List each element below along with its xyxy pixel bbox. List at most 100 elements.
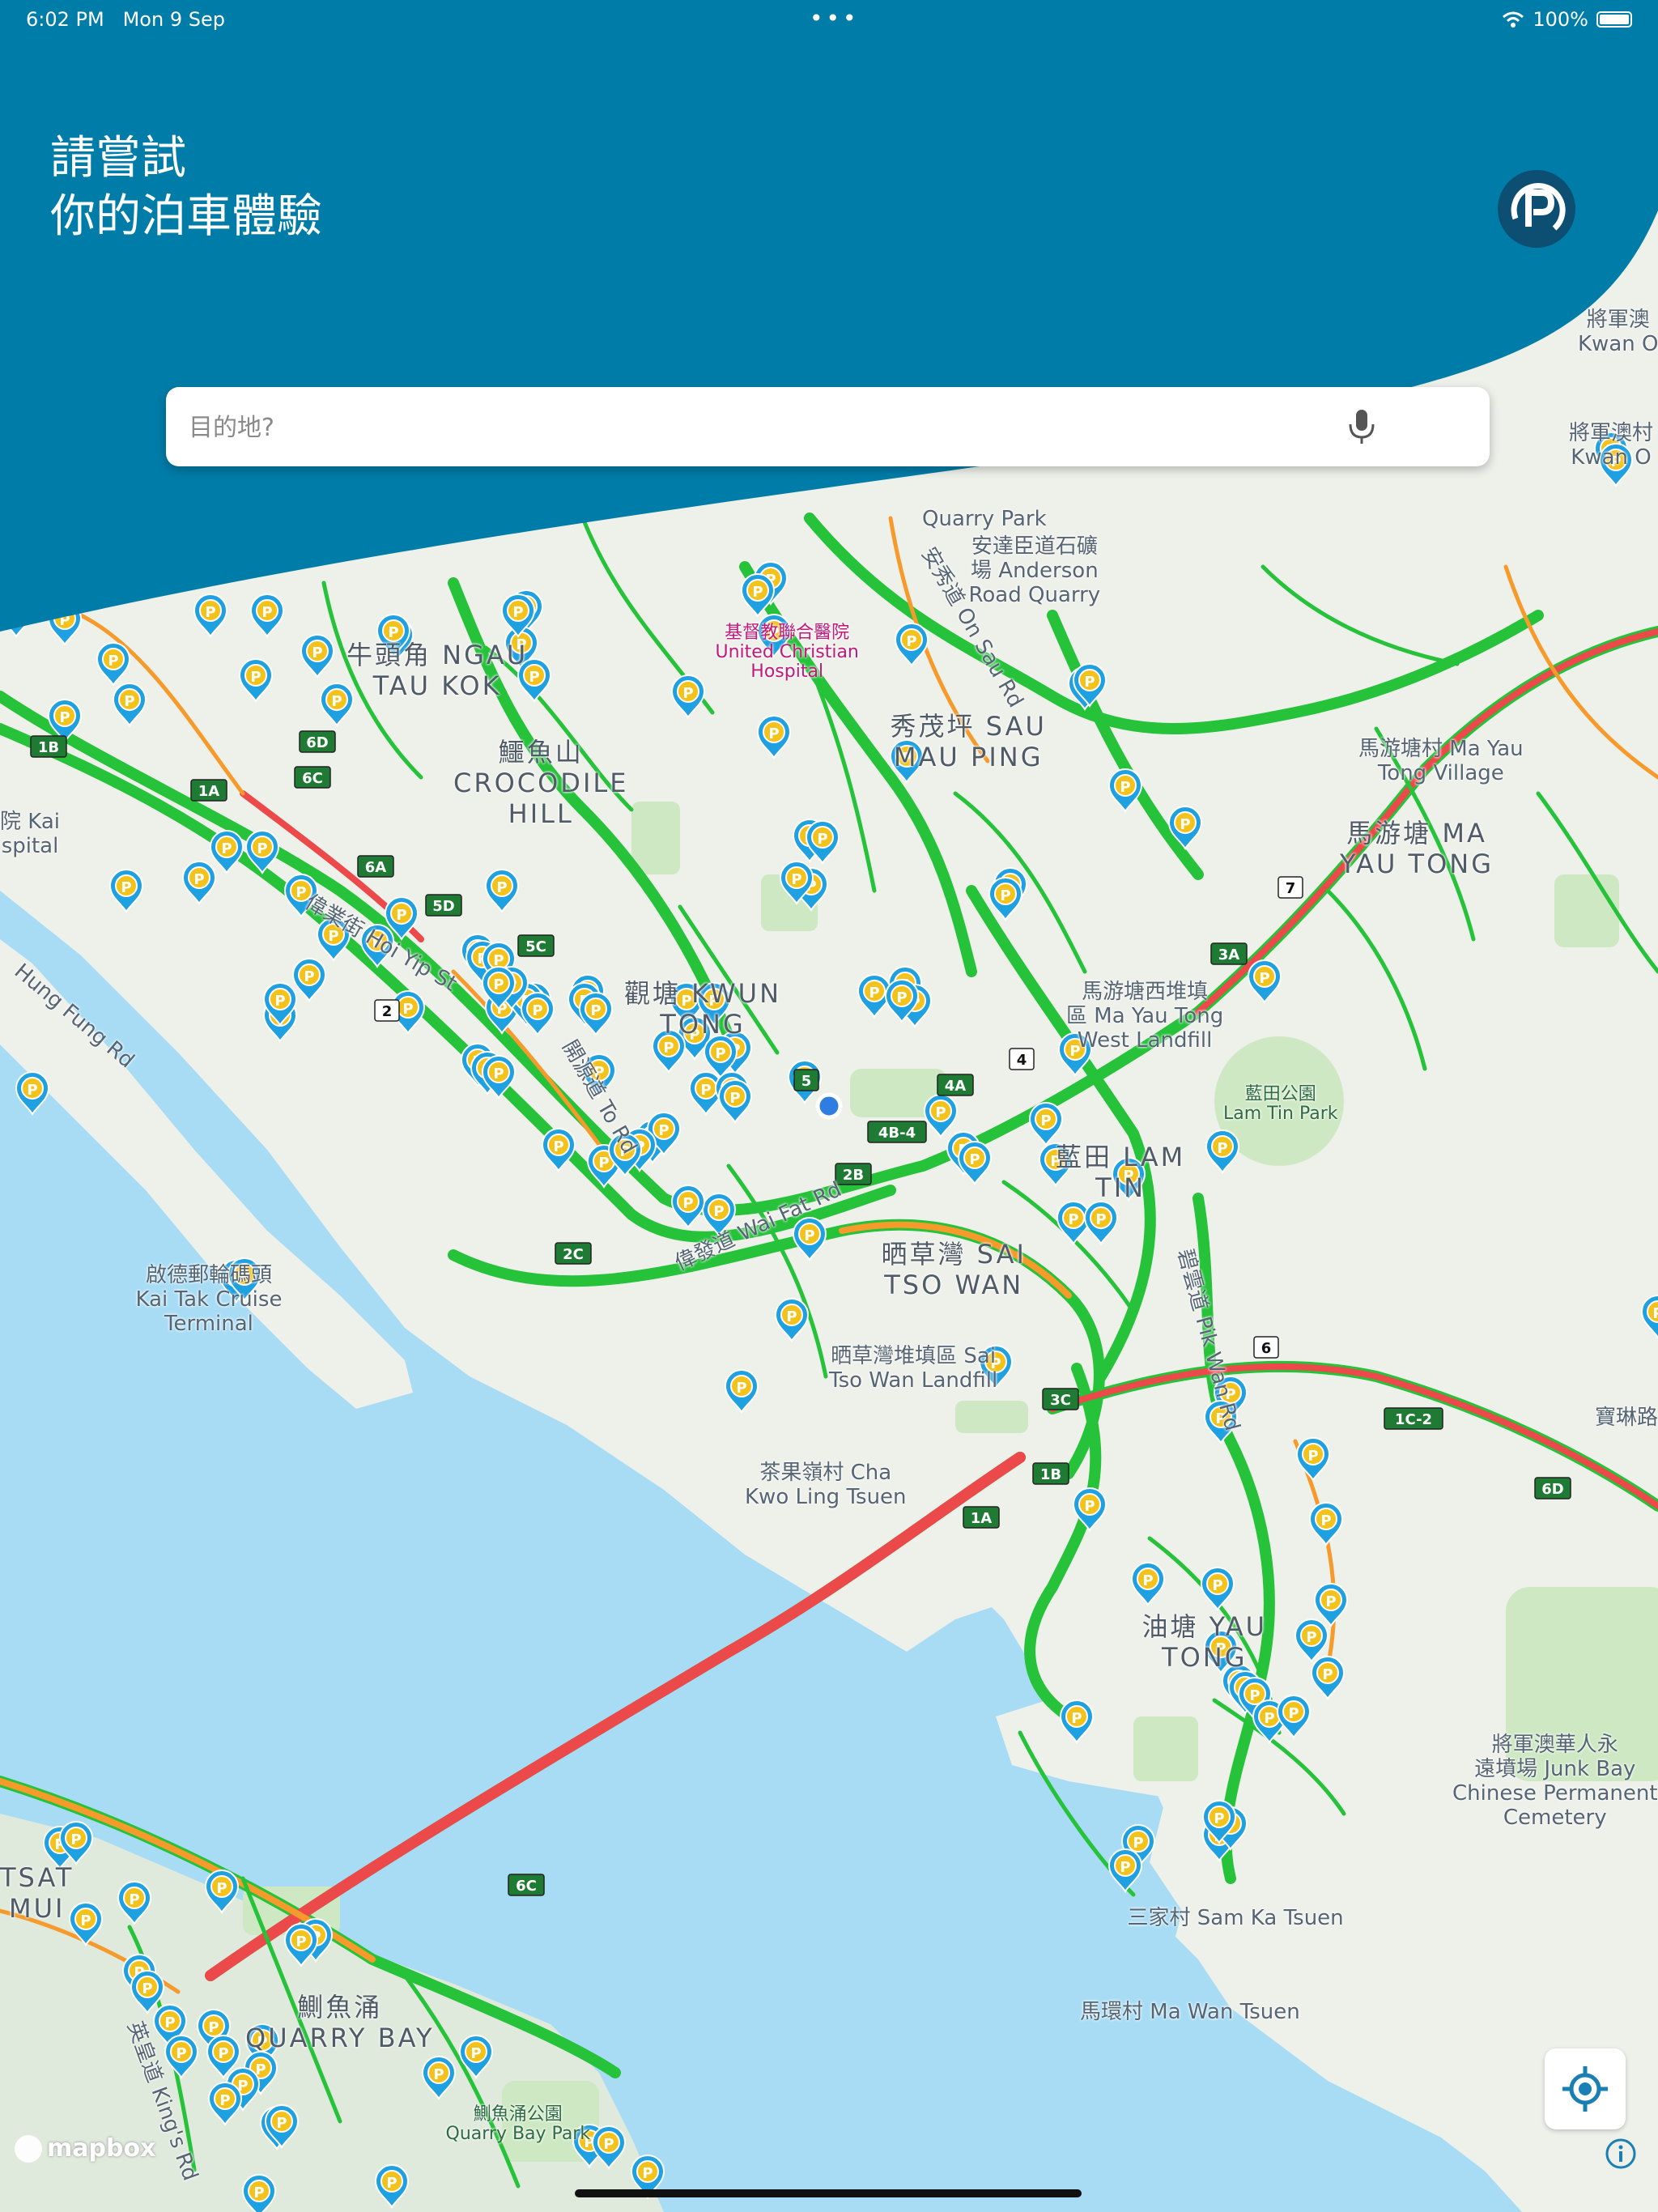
map-label-kai-tak-terminal: 啟德郵輪碼頭 Kai Tak Cruise Terminal [135, 1263, 283, 1336]
map-label-tseung-kwan-o-1: 將軍澳 Kwan O [1578, 308, 1658, 356]
svg-text:P: P [1249, 1687, 1260, 1704]
svg-text:P: P [304, 968, 314, 985]
route-shield: 1B [1032, 1462, 1069, 1485]
svg-text:1A: 1A [198, 783, 220, 800]
svg-text:1B: 1B [38, 739, 59, 756]
svg-text:P: P [129, 1891, 139, 1908]
svg-text:5C: 5C [525, 938, 546, 955]
route-shield: 2 [374, 999, 400, 1022]
svg-text:P: P [1040, 1112, 1051, 1129]
svg-text:P: P [218, 2045, 228, 2062]
map-label-kai-tak-hospital: 院 Kai spital [0, 810, 61, 858]
svg-text:2C: 2C [563, 1246, 584, 1263]
svg-text:P: P [257, 840, 267, 857]
map-label-quarry-bay-park: 鰂魚涌公園 Quarry Bay Park [445, 2104, 591, 2144]
svg-text:P: P [663, 1040, 674, 1057]
svg-text:4B-4: 4B-4 [878, 1125, 916, 1142]
map-label-ma-wan-tsuen: 馬環村 Ma Wan Tsuen [1080, 2000, 1300, 2024]
svg-text:P: P [1320, 1512, 1331, 1529]
map-label-ma-yau-tong: 馬游塘 MA YAU TONG [1340, 818, 1494, 879]
multitasking-dots-icon[interactable]: ••• [810, 5, 860, 32]
svg-text:P: P [768, 725, 779, 742]
svg-text:6A: 6A [365, 859, 387, 876]
svg-text:P: P [804, 1227, 814, 1244]
svg-text:4: 4 [1017, 1052, 1027, 1069]
svg-text:P: P [388, 624, 398, 641]
svg-text:P: P [1288, 1705, 1299, 1722]
info-icon[interactable] [1605, 2138, 1637, 2170]
route-shield: 1B [30, 735, 67, 758]
svg-text:P: P [817, 831, 827, 848]
svg-text:P: P [124, 693, 134, 710]
svg-text:P: P [1259, 970, 1269, 987]
svg-text:5D: 5D [432, 898, 454, 915]
svg-text:P: P [1120, 779, 1130, 796]
svg-text:P: P [176, 2045, 186, 2062]
map-canvas[interactable]: P P P P P P P P P P P P P P P P P P P P P P P P P P P P P P P P P P P P P P P P… [0, 0, 1658, 2212]
svg-text:3A: 3A [1218, 946, 1240, 963]
map-label-quarry-park: Quarry Park [922, 507, 1047, 531]
svg-text:P: P [216, 1880, 227, 1897]
svg-text:P: P [1306, 1629, 1316, 1646]
svg-text:6: 6 [1261, 1340, 1272, 1357]
status-time: 6:02 PM Mon 9 Sep [26, 8, 225, 31]
microphone-icon[interactable] [1339, 403, 1384, 449]
svg-text:P: P [493, 1066, 504, 1083]
svg-text:P: P [496, 879, 507, 896]
svg-text:P: P [1264, 1710, 1274, 1727]
svg-text:P: P [402, 1001, 413, 1018]
svg-text:P: P [529, 669, 539, 686]
svg-text:P: P [193, 871, 204, 888]
svg-text:2: 2 [382, 1003, 393, 1020]
svg-text:P: P [142, 1980, 152, 1997]
destination-search-input[interactable] [187, 406, 1405, 449]
route-shield: 6D [1534, 1477, 1571, 1499]
app-logo-icon[interactable] [1498, 170, 1575, 248]
svg-text:P: P [869, 985, 879, 1002]
battery-percent: 100% [1533, 8, 1588, 31]
map-label-sai-tso-wan-landfill: 晒草灣堆填區 Sai Tso Wan Landfill [829, 1344, 998, 1393]
svg-text:P: P [1084, 1498, 1095, 1515]
route-shield: 2B [835, 1163, 872, 1185]
svg-text:P: P [108, 653, 118, 670]
svg-text:P: P [164, 2014, 175, 2031]
route-shield: 1C-2 [1384, 1407, 1443, 1430]
map-label-tseung-kwan-o-2: 將軍澳村 Kwan O [1569, 421, 1654, 470]
route-shield: 6A [357, 855, 394, 878]
locate-me-button[interactable] [1545, 2048, 1626, 2129]
svg-text:6C: 6C [302, 770, 323, 787]
map-label-quarry-bay: 鰂魚涌 QUARRY BAY [245, 1992, 435, 2053]
svg-text:P: P [791, 871, 801, 888]
home-indicator[interactable] [575, 2189, 1082, 2197]
map-label-ma-yau-tong-village: 馬游塘村 Ma Yau Tong Village [1358, 737, 1524, 785]
svg-text:P: P [396, 907, 406, 924]
mapbox-attribution[interactable]: mapbox [15, 2134, 155, 2163]
svg-text:P: P [1142, 1572, 1153, 1589]
svg-text:P: P [1325, 1593, 1336, 1610]
svg-text:P: P [553, 1138, 563, 1155]
current-location-dot [815, 1092, 843, 1120]
svg-text:P: P [935, 1104, 946, 1121]
svg-text:P: P [590, 1002, 601, 1019]
svg-text:P: P [27, 1082, 37, 1099]
svg-text:P: P [312, 644, 322, 661]
svg-text:P: P [205, 604, 215, 621]
route-shield: 6C [508, 1874, 545, 1896]
svg-text:6D: 6D [1541, 1481, 1563, 1498]
svg-text:P: P [682, 685, 693, 702]
svg-text:P: P [253, 2184, 264, 2201]
destination-search-bar[interactable] [166, 387, 1490, 466]
map-label-junk-bay-cemetery: 將軍澳華人永 遠墳場 Junk Bay Chinese Permanent Ce… [1452, 1733, 1658, 1830]
svg-text:3C: 3C [1050, 1392, 1071, 1409]
svg-text:P: P [1322, 1666, 1333, 1683]
svg-text:P: P [386, 2175, 397, 2192]
svg-text:P: P [261, 604, 272, 621]
svg-text:P: P [532, 1002, 542, 1019]
svg-text:P: P [1217, 1140, 1227, 1157]
map-label-anderson-road-quarry: 安達臣道石礦 場 Anderson Road Quarry [968, 534, 1101, 607]
svg-text:P: P [121, 879, 131, 896]
headline-line2: 你的泊車體驗 [50, 190, 322, 243]
svg-text:P: P [1071, 1710, 1082, 1727]
svg-text:P: P [1120, 1859, 1130, 1876]
route-shield: 3A [1210, 942, 1248, 965]
